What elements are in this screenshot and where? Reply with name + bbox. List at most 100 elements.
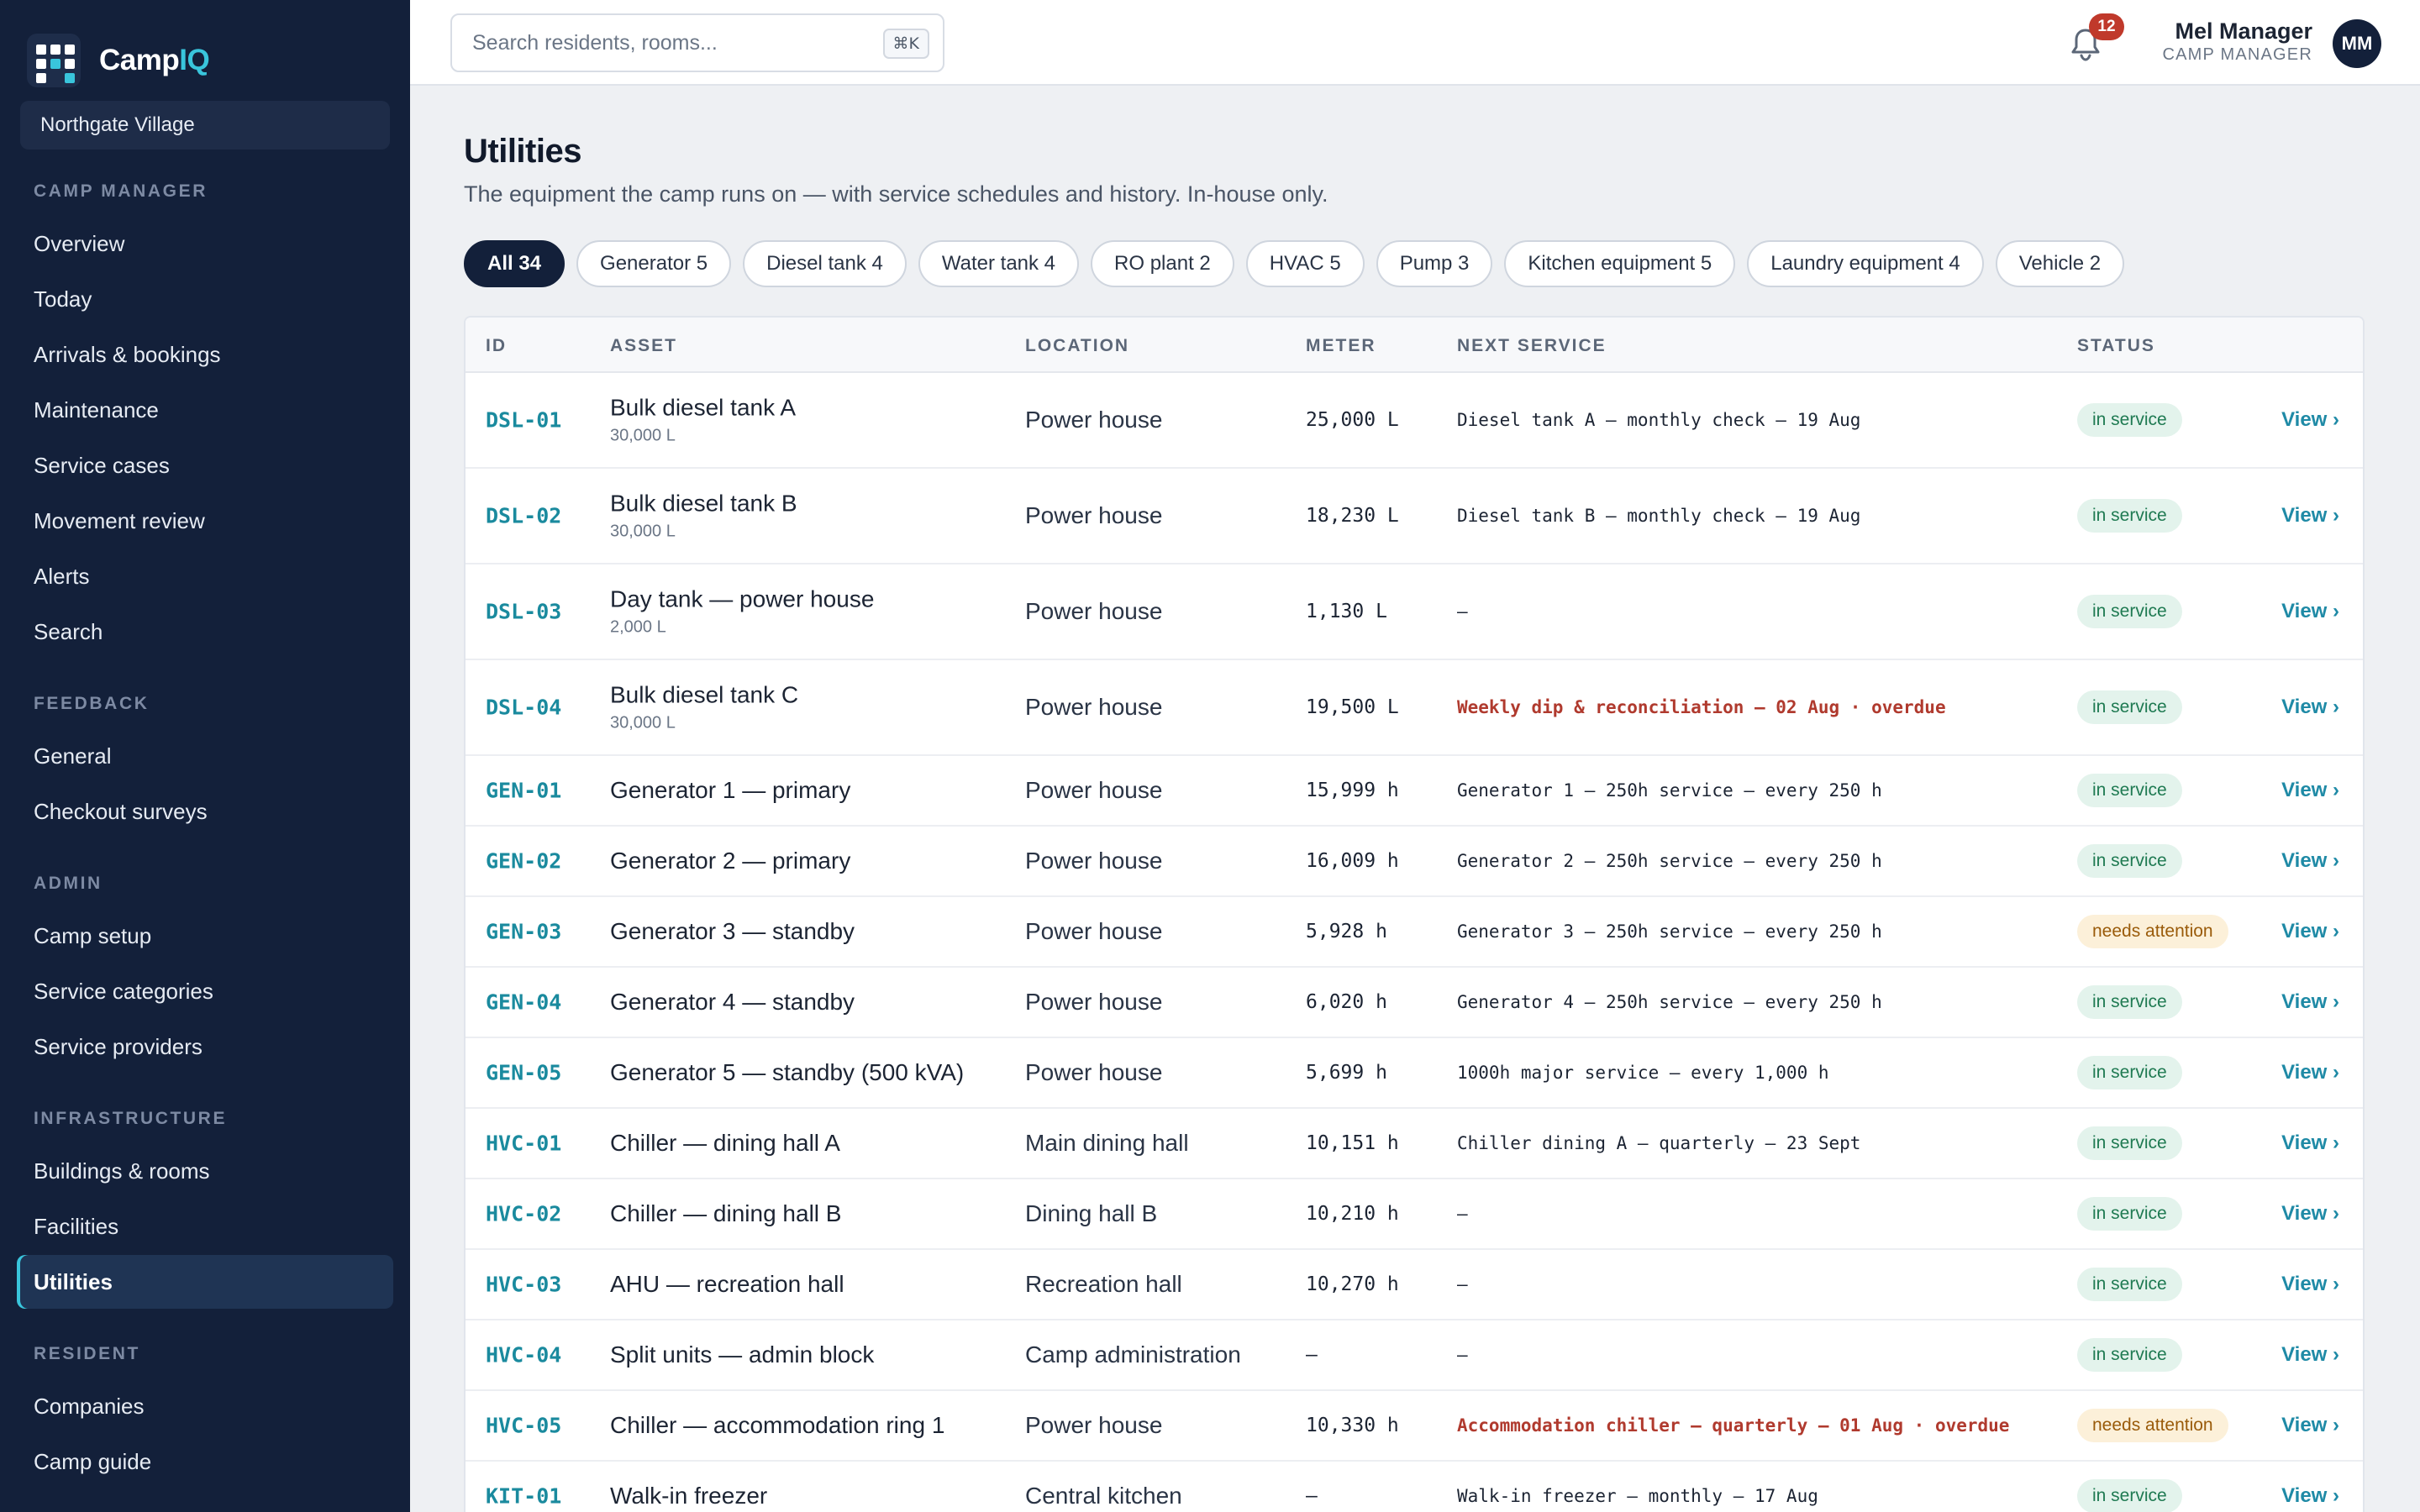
- sidebar-item-today[interactable]: Today: [17, 272, 393, 326]
- brand[interactable]: CampIQ: [27, 34, 210, 87]
- sidebar-item-movement-review[interactable]: Movement review: [17, 494, 393, 548]
- sidebar-item-maintenance[interactable]: Maintenance: [17, 383, 393, 437]
- asset-capacity: 30,000 L: [610, 522, 676, 541]
- nav-section-resident: RESIDENT: [34, 1344, 140, 1363]
- view-link[interactable]: View ›: [2281, 990, 2339, 1014]
- sidebar-item-service-cases[interactable]: Service cases: [17, 438, 393, 492]
- table-row[interactable]: DSL-01 Bulk diesel tank A 30,000 L Power ho…: [466, 373, 2363, 469]
- view-link[interactable]: View ›: [2281, 1131, 2339, 1155]
- sidebar-item-service-categories[interactable]: Service categories: [17, 964, 393, 1018]
- view-link[interactable]: View ›: [2281, 1414, 2339, 1437]
- sidebar-item-search[interactable]: Search: [17, 605, 393, 659]
- asset-id-link[interactable]: GEN-01: [486, 779, 561, 803]
- status-badge: in service: [2077, 1268, 2182, 1301]
- view-link[interactable]: View ›: [2281, 408, 2339, 432]
- sidebar-item-checkout-surveys[interactable]: Checkout surveys: [17, 785, 393, 838]
- view-link[interactable]: View ›: [2281, 1061, 2339, 1084]
- table-row[interactable]: GEN-04 Generator 4 — standby Power house 6,…: [466, 968, 2363, 1038]
- table-row[interactable]: HVC-03 AHU — recreation hall Recreation ha…: [466, 1250, 2363, 1320]
- view-link[interactable]: View ›: [2281, 920, 2339, 943]
- column-header-meter[interactable]: METER: [1306, 336, 1376, 356]
- status-cell: in service: [2077, 1197, 2182, 1231]
- sidebar-item-utilities[interactable]: Utilities: [17, 1255, 393, 1309]
- filter-chip-pump[interactable]: Pump 3: [1376, 240, 1493, 287]
- asset-location: Recreation hall: [1025, 1271, 1182, 1297]
- filter-chip-generator[interactable]: Generator 5: [576, 240, 732, 287]
- table-row[interactable]: HVC-02 Chiller — dining hall B Dining hall…: [466, 1179, 2363, 1250]
- asset-id-link[interactable]: GEN-05: [486, 1061, 561, 1085]
- view-link[interactable]: View ›: [2281, 1343, 2339, 1367]
- asset-id-link[interactable]: GEN-04: [486, 990, 561, 1015]
- asset-id-link[interactable]: HVC-05: [486, 1414, 561, 1438]
- sidebar-item-camp-setup[interactable]: Camp setup: [17, 909, 393, 963]
- asset-cell: Chiller — dining hall B: [610, 1200, 841, 1227]
- filter-chip-laundry-equipment[interactable]: Laundry equipment 4: [1747, 240, 1984, 287]
- column-header-status[interactable]: STATUS: [2077, 336, 2155, 356]
- table-row[interactable]: HVC-01 Chiller — dining hall A Main dining…: [466, 1109, 2363, 1179]
- view-link[interactable]: View ›: [2281, 504, 2339, 528]
- sidebar-item-buildings-rooms[interactable]: Buildings & rooms: [17, 1144, 393, 1198]
- view-link[interactable]: View ›: [2281, 1202, 2339, 1226]
- camp-selector[interactable]: Northgate Village: [20, 101, 390, 150]
- table-row[interactable]: DSL-03 Day tank — power house 2,000 L Power…: [466, 564, 2363, 660]
- status-cell: in service: [2077, 1479, 2182, 1512]
- column-header-location[interactable]: LOCATION: [1025, 336, 1129, 356]
- filter-chip-water-tank[interactable]: Water tank 4: [918, 240, 1080, 287]
- filter-chip-kitchen-equipment[interactable]: Kitchen equipment 5: [1504, 240, 1736, 287]
- sidebar-item-service-providers[interactable]: Service providers: [17, 1020, 393, 1074]
- status-cell: needs attention: [2077, 1409, 2228, 1442]
- asset-id-link[interactable]: HVC-03: [486, 1273, 561, 1297]
- asset-name: Generator 5 — standby (500 kVA): [610, 1059, 965, 1085]
- filter-chip-ro-plant[interactable]: RO plant 2: [1091, 240, 1234, 287]
- view-link[interactable]: View ›: [2281, 779, 2339, 802]
- asset-id-link[interactable]: DSL-04: [486, 696, 561, 720]
- sidebar-item-alerts[interactable]: Alerts: [17, 549, 393, 603]
- asset-id-link[interactable]: KIT-01: [486, 1484, 561, 1509]
- avatar[interactable]: MM: [2333, 19, 2381, 68]
- filter-chip-vehicle[interactable]: Vehicle 2: [1995, 240, 2125, 287]
- sidebar-item-overview[interactable]: Overview: [17, 217, 393, 270]
- asset-id-link[interactable]: HVC-02: [486, 1202, 561, 1226]
- asset-cell: Bulk diesel tank B 30,000 L: [610, 491, 797, 542]
- sidebar-item-companies[interactable]: Companies: [17, 1379, 393, 1433]
- table-row[interactable]: DSL-04 Bulk diesel tank C 30,000 L Power ho…: [466, 660, 2363, 756]
- asset-id-link[interactable]: HVC-04: [486, 1343, 561, 1368]
- column-header-asset[interactable]: ASSET: [610, 336, 677, 356]
- sidebar-item-camp-guide[interactable]: Camp guide: [17, 1435, 393, 1488]
- asset-location: Power house: [1025, 502, 1163, 528]
- sidebar-item-general[interactable]: General: [17, 729, 393, 783]
- table-row[interactable]: GEN-01 Generator 1 — primary Power house 15…: [466, 756, 2363, 827]
- asset-id-link[interactable]: HVC-01: [486, 1131, 561, 1156]
- search-box[interactable]: ⌘K: [450, 13, 944, 72]
- asset-id-link[interactable]: GEN-02: [486, 849, 561, 874]
- filter-chip-all[interactable]: All 34: [464, 240, 566, 287]
- table-row[interactable]: GEN-03 Generator 3 — standby Power house 5,…: [466, 897, 2363, 968]
- table-row[interactable]: HVC-05 Chiller — accommodation ring 1 Powe…: [466, 1391, 2363, 1462]
- view-link[interactable]: View ›: [2281, 600, 2339, 623]
- view-link[interactable]: View ›: [2281, 1484, 2339, 1508]
- asset-id-link[interactable]: DSL-02: [486, 504, 561, 528]
- table-row[interactable]: GEN-05 Generator 5 — standby (500 kVA) Pow…: [466, 1038, 2363, 1109]
- sidebar-item-facilities[interactable]: Facilities: [17, 1200, 393, 1253]
- view-link[interactable]: View ›: [2281, 1273, 2339, 1296]
- view-link[interactable]: View ›: [2281, 849, 2339, 873]
- sidebar-item-arrivals-bookings[interactable]: Arrivals & bookings: [17, 328, 393, 381]
- table-row[interactable]: HVC-04 Split units — admin block Camp admi…: [466, 1320, 2363, 1391]
- filter-chip-diesel-tank[interactable]: Diesel tank 4: [743, 240, 907, 287]
- table-row[interactable]: GEN-02 Generator 2 — primary Power house 16…: [466, 827, 2363, 897]
- asset-id-link[interactable]: GEN-03: [486, 920, 561, 944]
- filter-chip-hvac[interactable]: HVAC 5: [1245, 240, 1365, 287]
- search-input[interactable]: [452, 15, 943, 71]
- table-row[interactable]: DSL-02 Bulk diesel tank B 30,000 L Power ho…: [466, 469, 2363, 564]
- asset-id-link[interactable]: DSL-03: [486, 600, 561, 624]
- asset-meter: –: [1306, 1344, 1318, 1366]
- status-badge: in service: [2077, 985, 2182, 1019]
- asset-id-link[interactable]: DSL-01: [486, 408, 561, 433]
- table-row[interactable]: KIT-01 Walk-in freezer Central kitchen – Wal…: [466, 1462, 2363, 1512]
- column-header-id[interactable]: ID: [486, 336, 507, 356]
- asset-location: Power house: [1025, 918, 1163, 944]
- view-link[interactable]: View ›: [2281, 696, 2339, 719]
- asset-cell: Day tank — power house 2,000 L: [610, 586, 874, 638]
- asset-name: Chiller — dining hall B: [610, 1200, 842, 1226]
- column-header-next-service[interactable]: NEXT SERVICE: [1457, 336, 1607, 356]
